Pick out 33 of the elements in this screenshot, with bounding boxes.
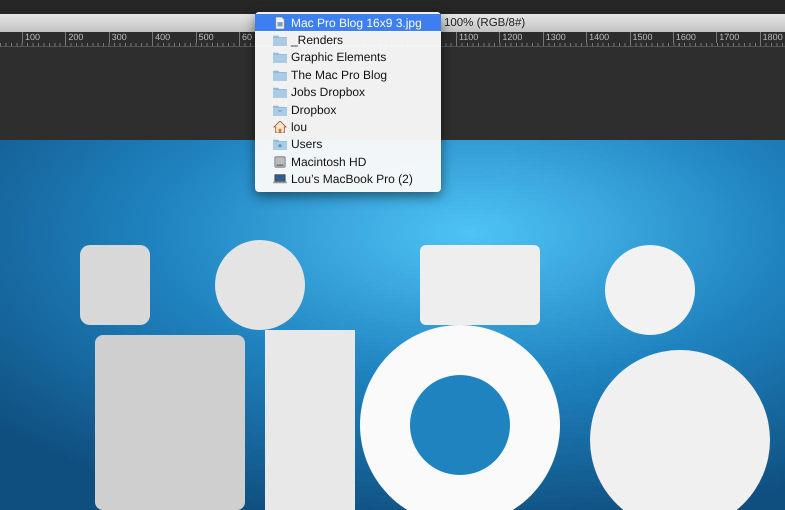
ruler-label: 300 xyxy=(108,32,152,43)
path-menu-item[interactable]: lou xyxy=(255,118,441,136)
house-icon xyxy=(273,121,287,134)
path-menu-item[interactable]: Jobs Dropbox xyxy=(255,84,441,101)
path-menu-item[interactable]: Macintosh HD xyxy=(255,153,441,171)
ruler-label: 1100 xyxy=(456,32,500,43)
ruler-label: 1500 xyxy=(630,32,673,43)
folder-icon xyxy=(273,68,287,81)
path-menu-item[interactable]: Mac Pro Blog 16x9 3.jpg xyxy=(255,14,441,32)
ruler-label: 1200 xyxy=(499,32,543,43)
ruler-label: 1400 xyxy=(586,32,630,43)
path-menu-item[interactable]: Dropbox xyxy=(255,100,441,118)
ruler-label: 1800 xyxy=(760,32,785,43)
path-menu-item[interactable]: The Mac Pro Blog xyxy=(255,66,441,84)
path-menu-item[interactable]: Users xyxy=(255,136,441,154)
ruler-label: 100 xyxy=(22,32,66,43)
folder-icon xyxy=(273,34,287,46)
folder-icon xyxy=(273,86,287,98)
path-menu-item[interactable]: Graphic Elements xyxy=(255,48,441,66)
folder-icon xyxy=(273,138,287,150)
document-title: 100% (RGB/8#) xyxy=(444,17,526,29)
drive-icon xyxy=(273,156,287,168)
ruler-label: 1300 xyxy=(542,32,586,43)
document-icon xyxy=(273,16,287,29)
ruler-label: 400 xyxy=(152,32,196,43)
ruler-label: 200 xyxy=(65,32,109,43)
folder-icon xyxy=(273,104,287,116)
ruler-label: 500 xyxy=(196,32,239,43)
ruler-label: 1600 xyxy=(672,32,716,43)
path-menu-item[interactable]: Lou’s MacBook Pro (2) xyxy=(255,170,441,188)
ruler-label: 1700 xyxy=(716,32,760,43)
laptop-icon xyxy=(273,173,287,186)
folder-icon xyxy=(273,51,287,64)
